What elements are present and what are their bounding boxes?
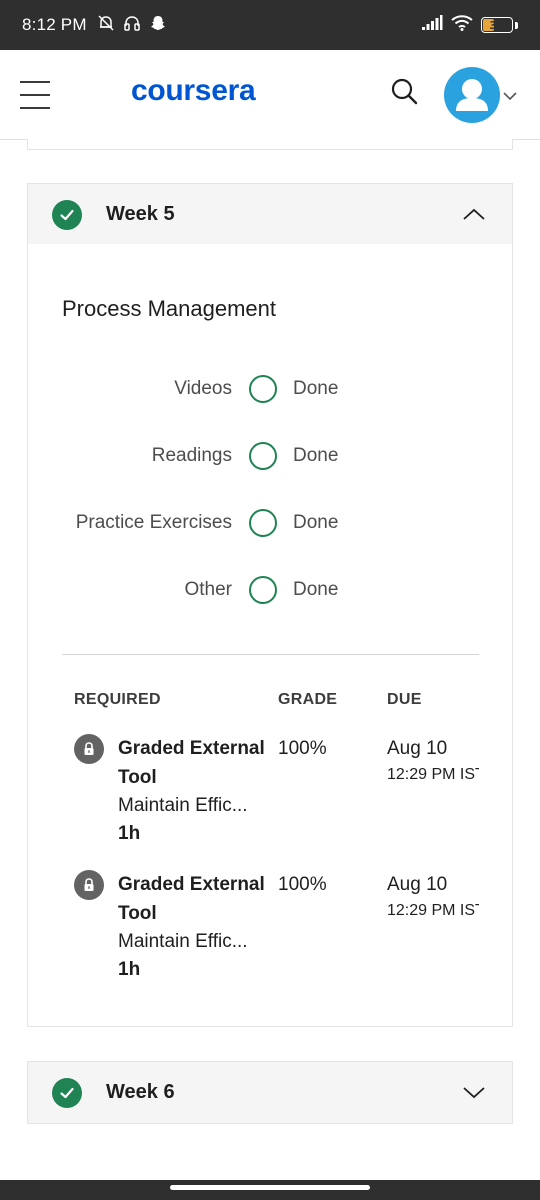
assignment-row[interactable]: Graded External Tool Maintain Effic... 1… xyxy=(28,734,514,864)
assignment-due-time: 12:29 PM IST xyxy=(387,902,479,919)
battery-level: 36 xyxy=(489,18,505,32)
assignment-type: Graded External Tool xyxy=(118,738,265,788)
progress-label: Readings xyxy=(151,445,232,466)
assignment-name[interactable]: Maintain Effic... xyxy=(118,792,248,820)
hamburger-menu-icon[interactable] xyxy=(20,81,50,109)
home-indicator[interactable] xyxy=(170,1185,370,1190)
column-header-due: DUE xyxy=(387,691,422,708)
progress-circle-icon xyxy=(249,509,277,537)
column-header-required: REQUIRED xyxy=(74,691,161,708)
signal-icon xyxy=(421,14,443,36)
progress-circle-icon xyxy=(249,375,277,403)
week-6-header[interactable]: Week 6 xyxy=(28,1062,512,1123)
divider xyxy=(62,654,479,655)
week-title: Week 5 xyxy=(106,203,175,225)
coursera-logo[interactable]: coursera xyxy=(131,74,256,108)
progress-status: Done xyxy=(293,512,339,533)
check-complete-icon xyxy=(52,200,82,230)
assignment-grade: 100% xyxy=(278,874,327,895)
lock-icon xyxy=(74,870,104,900)
battery-icon: 36 xyxy=(481,17,513,33)
previous-week-card xyxy=(27,139,513,150)
progress-row-practice-exercises: Practice Exercises Done xyxy=(28,508,514,538)
assignment-grade: 100% xyxy=(278,738,327,759)
headphones-icon xyxy=(123,14,141,37)
module-title: Process Management xyxy=(62,296,276,321)
assignment-type: Graded External Tool xyxy=(118,874,265,924)
progress-row-readings: Readings Done xyxy=(28,441,514,471)
check-complete-icon xyxy=(52,1078,82,1108)
assignment-duration: 1h xyxy=(118,959,141,980)
progress-label: Other xyxy=(184,579,232,600)
week-6-card: Week 6 xyxy=(27,1061,513,1124)
assignment-due-date: Aug 10 xyxy=(387,874,448,895)
chevron-down-icon[interactable] xyxy=(502,89,518,101)
assignment-name[interactable]: Maintain Effic... xyxy=(118,928,248,956)
progress-row-videos: Videos Done xyxy=(28,374,514,404)
progress-circle-icon xyxy=(249,442,277,470)
progress-row-other: Other Done xyxy=(28,575,514,605)
progress-circle-icon xyxy=(249,576,277,604)
app-header: coursera xyxy=(0,50,540,140)
bell-off-icon xyxy=(97,14,115,37)
status-time: 8:12 PM xyxy=(22,15,87,34)
chevron-down-icon[interactable] xyxy=(462,1084,486,1100)
week-title: Week 6 xyxy=(106,1081,175,1103)
assignment-due-date: Aug 10 xyxy=(387,738,448,759)
search-icon[interactable] xyxy=(388,76,420,108)
progress-status: Done xyxy=(293,445,339,466)
snapchat-icon xyxy=(149,14,167,37)
progress-status: Done xyxy=(293,579,339,600)
chevron-up-icon[interactable] xyxy=(462,206,486,222)
assignment-duration: 1h xyxy=(118,823,141,844)
wifi-icon xyxy=(451,14,473,36)
progress-label: Videos xyxy=(174,378,232,399)
progress-status: Done xyxy=(293,378,339,399)
assignment-row[interactable]: Graded External Tool Maintain Effic... 1… xyxy=(28,870,514,1000)
column-header-grade: GRADE xyxy=(278,691,338,708)
lock-icon xyxy=(74,734,104,764)
system-nav-bar xyxy=(0,1180,540,1200)
status-bar: 8:12 PM 36 xyxy=(0,0,540,50)
assignment-due-time: 12:29 PM IST xyxy=(387,766,479,783)
bottom-content-peek xyxy=(0,1166,540,1180)
progress-label: Practice Exercises xyxy=(75,512,232,533)
week-5-header[interactable]: Week 5 xyxy=(28,184,512,244)
avatar-icon[interactable] xyxy=(444,67,500,123)
week-5-card: Week 5 Process Management Videos Done Re… xyxy=(27,183,513,1027)
